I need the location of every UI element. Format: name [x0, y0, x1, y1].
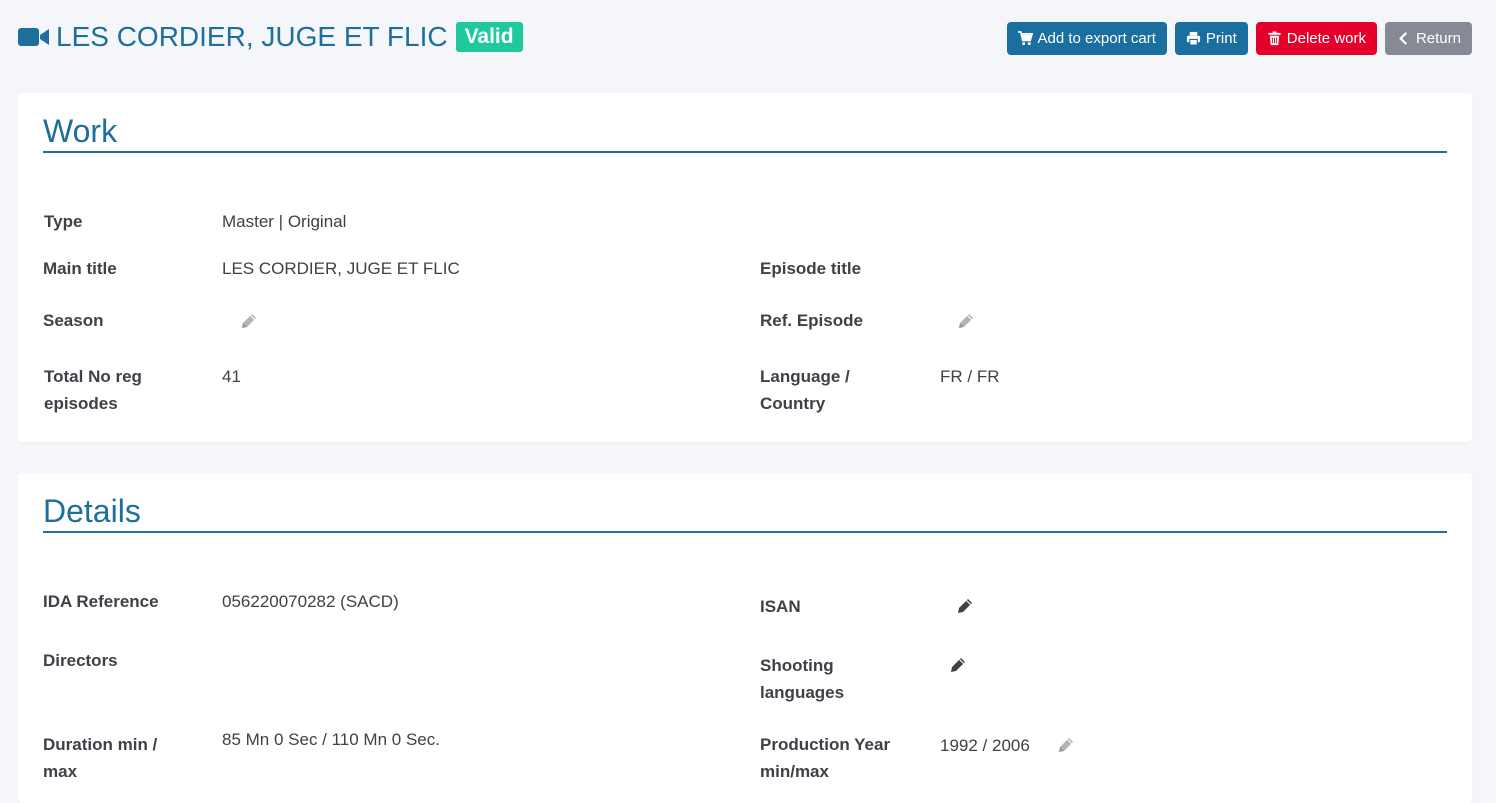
print-label: Print	[1205, 30, 1237, 47]
duration-label-line1: Duration min /	[43, 735, 158, 754]
total-episodes-label-line2: episodes	[44, 394, 118, 413]
delete-work-label: Delete work	[1286, 30, 1366, 47]
details-section-title: Details	[43, 491, 1447, 533]
title-group: LES CORDIER, JUGE ET FLIC Valid	[18, 20, 523, 54]
add-to-export-cart-label: Add to export cart	[1037, 30, 1156, 47]
shooting-languages-label: Shooting languages	[760, 652, 844, 706]
main-title-value: LES CORDIER, JUGE ET FLIC	[222, 259, 460, 278]
edit-ref-episode-pencil-icon[interactable]	[956, 311, 976, 331]
printer-icon	[1186, 31, 1200, 46]
duration-label-line2: max	[43, 762, 78, 781]
work-card: Work Type Master | Original Main title L…	[18, 93, 1472, 442]
total-episodes-label: Total No reg episodes	[44, 363, 142, 417]
page-header: LES CORDIER, JUGE ET FLIC Valid Add to e…	[18, 20, 1472, 56]
language-country-label-line1: Language /	[760, 367, 850, 386]
edit-production-year-pencil-icon[interactable]	[1056, 735, 1076, 755]
status-badge: Valid	[455, 22, 523, 52]
shopping-cart-icon	[1017, 31, 1033, 46]
add-to-export-cart-button[interactable]: Add to export cart	[1006, 22, 1167, 55]
edit-season-pencil-icon[interactable]	[239, 311, 259, 331]
duration-value: 85 Mn 0 Sec / 110 Mn 0 Sec.	[222, 730, 440, 749]
trash-icon	[1268, 31, 1281, 46]
language-country-value: FR / FR	[940, 367, 1000, 386]
production-year-label-line2: min/max	[760, 762, 829, 781]
type-label: Type	[44, 212, 83, 231]
print-button[interactable]: Print	[1174, 22, 1248, 55]
directors-label: Directors	[43, 651, 118, 670]
delete-work-button[interactable]: Delete work	[1255, 22, 1377, 55]
production-year-label: Production Year min/max	[760, 731, 890, 785]
total-episodes-label-line1: Total No reg	[44, 367, 142, 386]
action-toolbar: Add to export cart Print Delete work Ret…	[1006, 22, 1472, 55]
duration-label: Duration min / max	[43, 731, 157, 785]
total-episodes-value: 41	[222, 367, 241, 386]
language-country-label-line2: Country	[760, 394, 826, 413]
ref-episode-label: Ref. Episode	[760, 311, 863, 330]
language-country-label: Language / Country	[760, 363, 850, 417]
shooting-languages-label-line2: languages	[760, 683, 845, 702]
shooting-languages-label-line1: Shooting	[760, 656, 834, 675]
main-title-label: Main title	[43, 259, 117, 278]
return-button[interactable]: Return	[1384, 22, 1472, 55]
video-camera-icon	[18, 28, 49, 46]
episode-title-label: Episode title	[760, 259, 862, 278]
edit-shooting-languages-pencil-icon[interactable]	[948, 655, 968, 675]
edit-isan-pencil-icon[interactable]	[955, 596, 975, 616]
ida-reference-label: IDA Reference	[43, 592, 159, 611]
type-value: Master | Original	[222, 212, 347, 231]
production-year-value: 1992 / 2006	[940, 736, 1030, 755]
details-card: Details IDA Reference 056220070282 (SACD…	[18, 473, 1472, 803]
season-label: Season	[43, 311, 104, 330]
work-section-title: Work	[43, 111, 1447, 153]
return-label: Return	[1415, 30, 1461, 47]
chevron-left-icon	[1399, 32, 1408, 45]
isan-label: ISAN	[760, 597, 801, 616]
page-title: LES CORDIER, JUGE ET FLIC	[56, 21, 448, 52]
ida-reference-value: 056220070282 (SACD)	[222, 592, 399, 611]
production-year-label-line1: Production Year	[760, 735, 891, 754]
